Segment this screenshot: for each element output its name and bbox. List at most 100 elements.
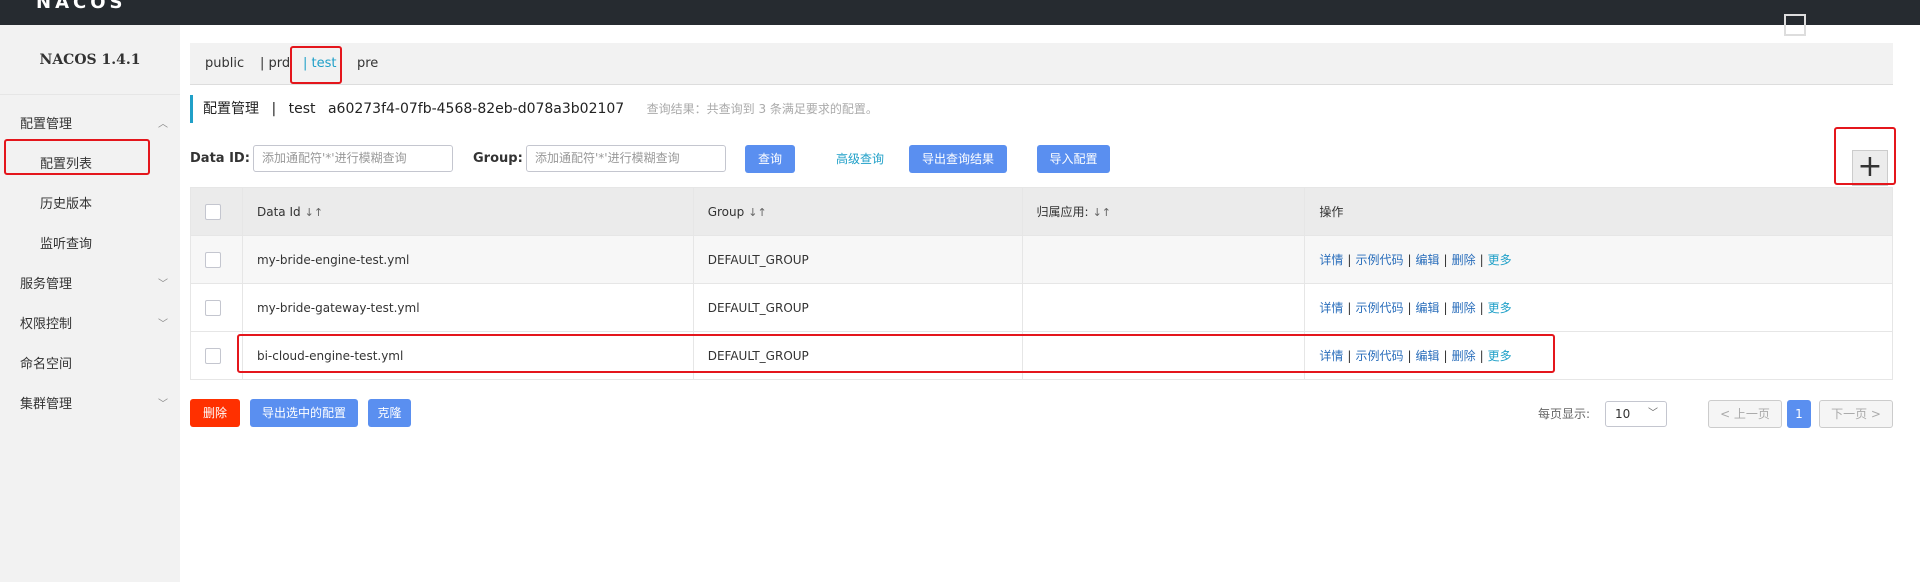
col-group[interactable]: Group (708, 205, 745, 219)
cell-data-id: my-bride-engine-test.yml (241, 235, 694, 284)
sort-icon[interactable]: ↓↑ (748, 206, 766, 219)
op-separator: | (1443, 349, 1448, 363)
op-edit-link[interactable]: 编辑 (1416, 253, 1440, 267)
tab-pre[interactable]: pre (357, 43, 378, 85)
header-separator: | (271, 101, 277, 117)
sort-icon[interactable]: ↓↑ (1093, 206, 1111, 219)
op-detail-link[interactable]: 详情 (1319, 301, 1343, 315)
op-delete-link[interactable]: 删除 (1452, 301, 1476, 315)
sidebar: NACOS 1.4.1 配置管理 ︿ 配置列表 历史版本 监听查询 服务管理 ﹀… (0, 25, 180, 582)
cell-group: DEFAULT_GROUP (692, 235, 1023, 284)
sidebar-brand: NACOS 1.4.1 (0, 25, 180, 95)
import-config-button[interactable]: 导入配置 (1037, 145, 1110, 173)
op-separator: | (1407, 301, 1412, 315)
sidebar-item-listener-query[interactable]: 监听查询 (0, 225, 180, 265)
data-id-label: Data ID: (190, 151, 250, 166)
export-results-button[interactable]: 导出查询结果 (909, 145, 1007, 173)
table-row: my-bride-gateway-test.yml DEFAULT_GROUP … (190, 283, 1893, 332)
chevron-down-icon: ﹀ (158, 319, 168, 330)
cell-group: DEFAULT_GROUP (692, 283, 1023, 332)
delete-button[interactable]: 删除 (190, 399, 240, 427)
sidebar-item-label: 监听查询 (40, 237, 93, 252)
col-app[interactable]: 归属应用: (1037, 205, 1089, 219)
op-more-link[interactable]: 更多 (1488, 253, 1512, 267)
sidebar-group-label: 集群管理 (20, 397, 73, 412)
sidebar-group-label: 命名空间 (20, 357, 73, 372)
cell-ops: 详情 | 示例代码 | 编辑 | 删除 | 更多 (1304, 331, 1893, 380)
sidebar-group-service[interactable]: 服务管理 ﹀ (0, 265, 180, 305)
sidebar-group-namespace[interactable]: 命名空间 (0, 345, 180, 385)
tab-test[interactable]: | test (303, 43, 336, 85)
main-content: public | prd | test pre 配置管理 | test a602… (180, 25, 1920, 582)
prev-page-button[interactable]: < 上一页 (1708, 400, 1782, 428)
op-detail-link[interactable]: 详情 (1319, 253, 1343, 267)
sidebar-item-history[interactable]: 历史版本 (0, 185, 180, 225)
cell-data-id: bi-cloud-engine-test.yml (241, 331, 694, 380)
namespace-id: a60273f4-07fb-4568-82eb-d078a3b02107 (327, 101, 625, 117)
page-size-select[interactable]: 10 ﹀ (1605, 401, 1667, 427)
page-1-button[interactable]: 1 (1787, 400, 1811, 428)
op-separator: | (1347, 253, 1352, 267)
sidebar-group-cluster[interactable]: 集群管理 ﹀ (0, 385, 180, 425)
row-checkbox[interactable] (205, 347, 221, 364)
advanced-query-link[interactable]: 高级查询 (836, 145, 884, 173)
page-size-label: 每页显示: (1538, 407, 1591, 421)
op-separator: | (1407, 253, 1412, 267)
op-separator: | (1347, 301, 1352, 315)
op-more-link[interactable]: 更多 (1488, 349, 1512, 363)
cell-group: DEFAULT_GROUP (692, 331, 1023, 380)
cell-app (1021, 331, 1306, 380)
sidebar-item-label: 历史版本 (40, 197, 93, 212)
page-title: 配置管理 (203, 101, 259, 117)
op-sample-code-link[interactable]: 示例代码 (1355, 349, 1403, 363)
op-sample-code-link[interactable]: 示例代码 (1355, 253, 1403, 267)
chevron-down-icon: ﹀ (158, 279, 168, 290)
select-all-checkbox[interactable] (205, 203, 221, 220)
op-delete-link[interactable]: 删除 (1452, 349, 1476, 363)
row-checkbox[interactable] (205, 251, 221, 268)
chevron-down-icon: ﹀ (1648, 408, 1658, 419)
table-header-row: Data Id ↓↑ Group ↓↑ 归属应用: ↓↑ 操作 (190, 187, 1893, 236)
op-sample-code-link[interactable]: 示例代码 (1355, 301, 1403, 315)
op-separator: | (1479, 253, 1484, 267)
sort-icon[interactable]: ↓↑ (305, 206, 323, 219)
sidebar-group-label: 配置管理 (20, 117, 73, 132)
query-summary: 查询结果：共查询到 3 条满足要求的配置。 (646, 102, 878, 116)
add-config-button[interactable]: + (1852, 150, 1888, 186)
op-delete-link[interactable]: 删除 (1452, 253, 1476, 267)
app-logo: NACOS (36, 0, 127, 13)
tab-prd[interactable]: | prd (260, 43, 290, 85)
row-checkbox[interactable] (205, 299, 221, 316)
namespace-tabs: public | prd | test pre (190, 43, 1893, 85)
table-row: my-bride-engine-test.yml DEFAULT_GROUP 详… (190, 235, 1893, 284)
op-edit-link[interactable]: 编辑 (1416, 349, 1440, 363)
sidebar-group-permission[interactable]: 权限控制 ﹀ (0, 305, 180, 345)
op-separator: | (1347, 349, 1352, 363)
clone-button[interactable]: 克隆 (368, 399, 411, 427)
sidebar-group-config[interactable]: 配置管理 ︿ (0, 105, 180, 145)
next-page-button[interactable]: 下一页 > (1819, 400, 1893, 428)
cell-ops: 详情 | 示例代码 | 编辑 | 删除 | 更多 (1304, 235, 1893, 284)
op-separator: | (1479, 349, 1484, 363)
page-header: 配置管理 | test a60273f4-07fb-4568-82eb-d078… (190, 95, 878, 123)
group-label: Group: (473, 151, 523, 166)
page-size-value: 10 (1615, 407, 1631, 421)
op-separator: | (1479, 301, 1484, 315)
chevron-up-icon: ︿ (158, 119, 168, 130)
group-input[interactable]: 添加通配符'*'进行模糊查询 (526, 145, 726, 172)
cell-data-id: my-bride-gateway-test.yml (241, 283, 694, 332)
sidebar-item-config-list[interactable]: 配置列表 (0, 145, 180, 185)
cell-app (1021, 235, 1306, 284)
top-bar: NACOS (0, 0, 1920, 36)
tab-public[interactable]: public (205, 43, 244, 85)
query-button[interactable]: 查询 (745, 145, 795, 173)
col-data-id[interactable]: Data Id (257, 205, 301, 219)
op-more-link[interactable]: 更多 (1488, 301, 1512, 315)
sidebar-group-label: 权限控制 (20, 317, 73, 332)
op-detail-link[interactable]: 详情 (1319, 349, 1343, 363)
export-selected-button[interactable]: 导出选中的配置 (250, 399, 358, 427)
op-separator: | (1443, 301, 1448, 315)
op-edit-link[interactable]: 编辑 (1416, 301, 1440, 315)
data-id-input[interactable]: 添加通配符'*'进行模糊查询 (253, 145, 453, 172)
sidebar-item-label: 配置列表 (40, 157, 93, 172)
